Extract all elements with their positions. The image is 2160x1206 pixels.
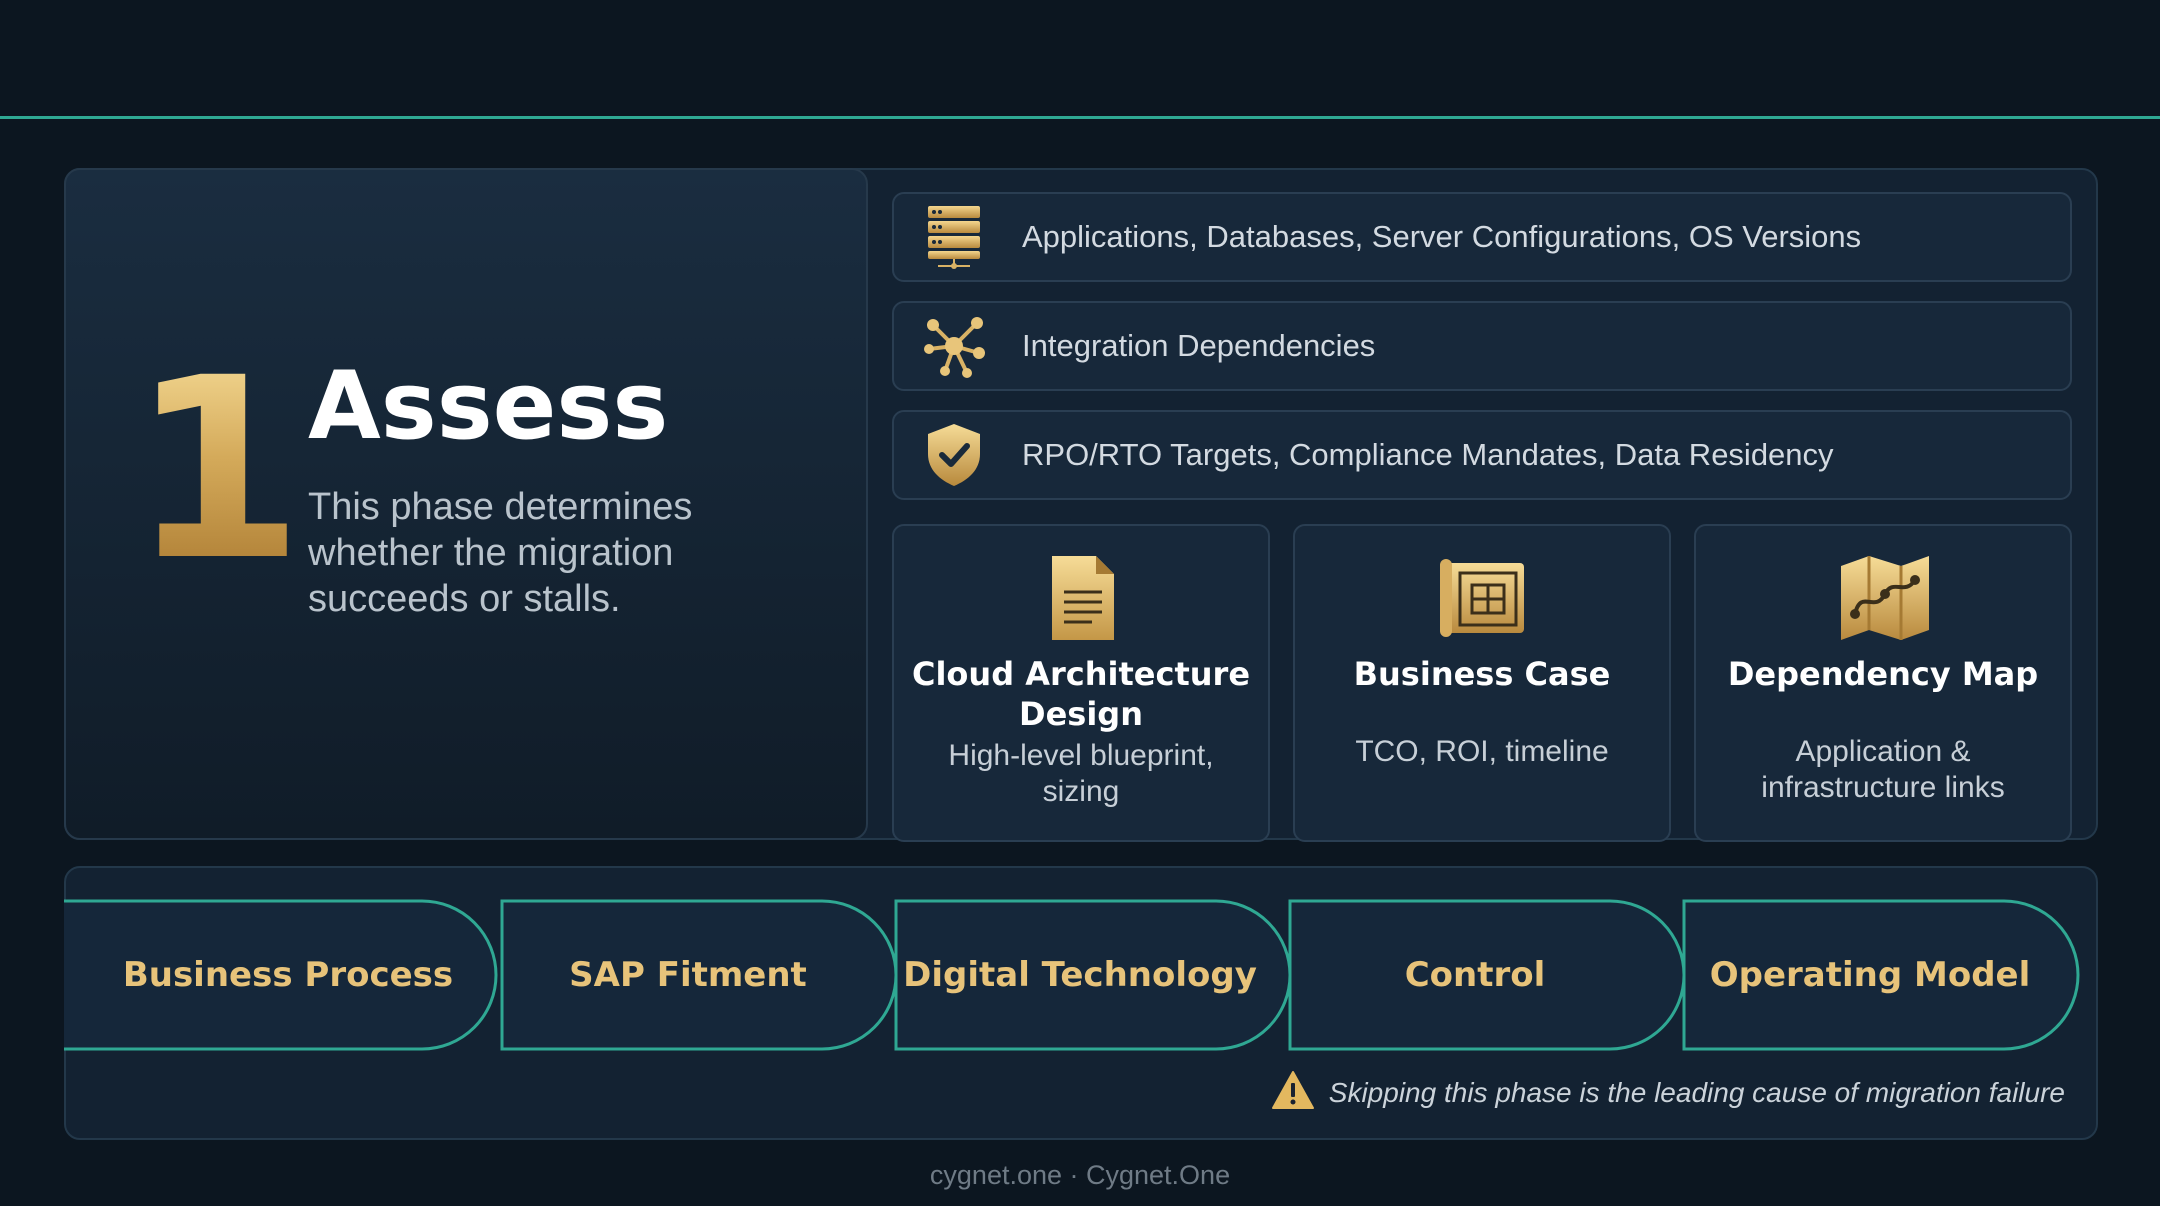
pillar-business-process: Business Process [122,955,454,995]
pillar-operating-model: Operating Model [1709,955,2031,995]
output-card-subtitle: Application & infrastructure links [1761,735,2005,804]
phase-title: Assess [308,352,669,461]
footer-credit: cygnet.one · Cygnet.One [929,1160,1231,1190]
output-card-title: Cloud Architecture Design [911,655,1251,733]
warning-triangle-icon [1271,1070,1315,1115]
output-card-architecture: Cloud Architecture Design High-level blu… [892,524,1270,842]
input-row-label: Applications, Databases, Server Configur… [1022,219,1862,254]
blueprint-scroll-icon [1434,548,1534,648]
phase-number: 1 [130,324,304,615]
network-nodes-icon [914,306,994,386]
pillar-digital-technology: Digital Technology [903,955,1257,995]
pillar-sap-fitment: SAP Fitment [569,955,807,995]
input-row-systems: Applications, Databases, Server Configur… [892,192,2072,282]
folded-map-icon [1835,548,1935,648]
top-divider [0,116,2160,119]
input-row-integrations: Integration Dependencies [892,301,2072,391]
warning-note: Skipping this phase is the leading cause… [1271,1070,2065,1115]
output-card-business-case: Business Case TCO, ROI, timeline [1293,524,1671,842]
input-row-label: Integration Dependencies [1022,328,1376,363]
document-icon [1033,548,1133,648]
shield-check-icon [914,415,994,495]
input-row-compliance: RPO/RTO Targets, Compliance Mandates, Da… [892,410,2072,500]
output-card-dependency-map: Dependency Map Application & infrastruct… [1694,524,2072,842]
output-card-title: Business Case [1353,655,1611,693]
output-card-title: Dependency Map [1727,655,2039,693]
input-row-label: RPO/RTO Targets, Compliance Mandates, Da… [1022,437,1834,472]
pillar-control: Control [1404,955,1546,995]
warning-text: Skipping this phase is the leading cause… [1328,1076,2065,1108]
phase-description: This phase determines whether the migrat… [308,486,693,620]
output-card-subtitle: TCO, ROI, timeline [1355,735,1609,768]
server-stack-icon [914,197,994,277]
output-card-subtitle: High-level blueprint, sizing [948,739,1214,808]
